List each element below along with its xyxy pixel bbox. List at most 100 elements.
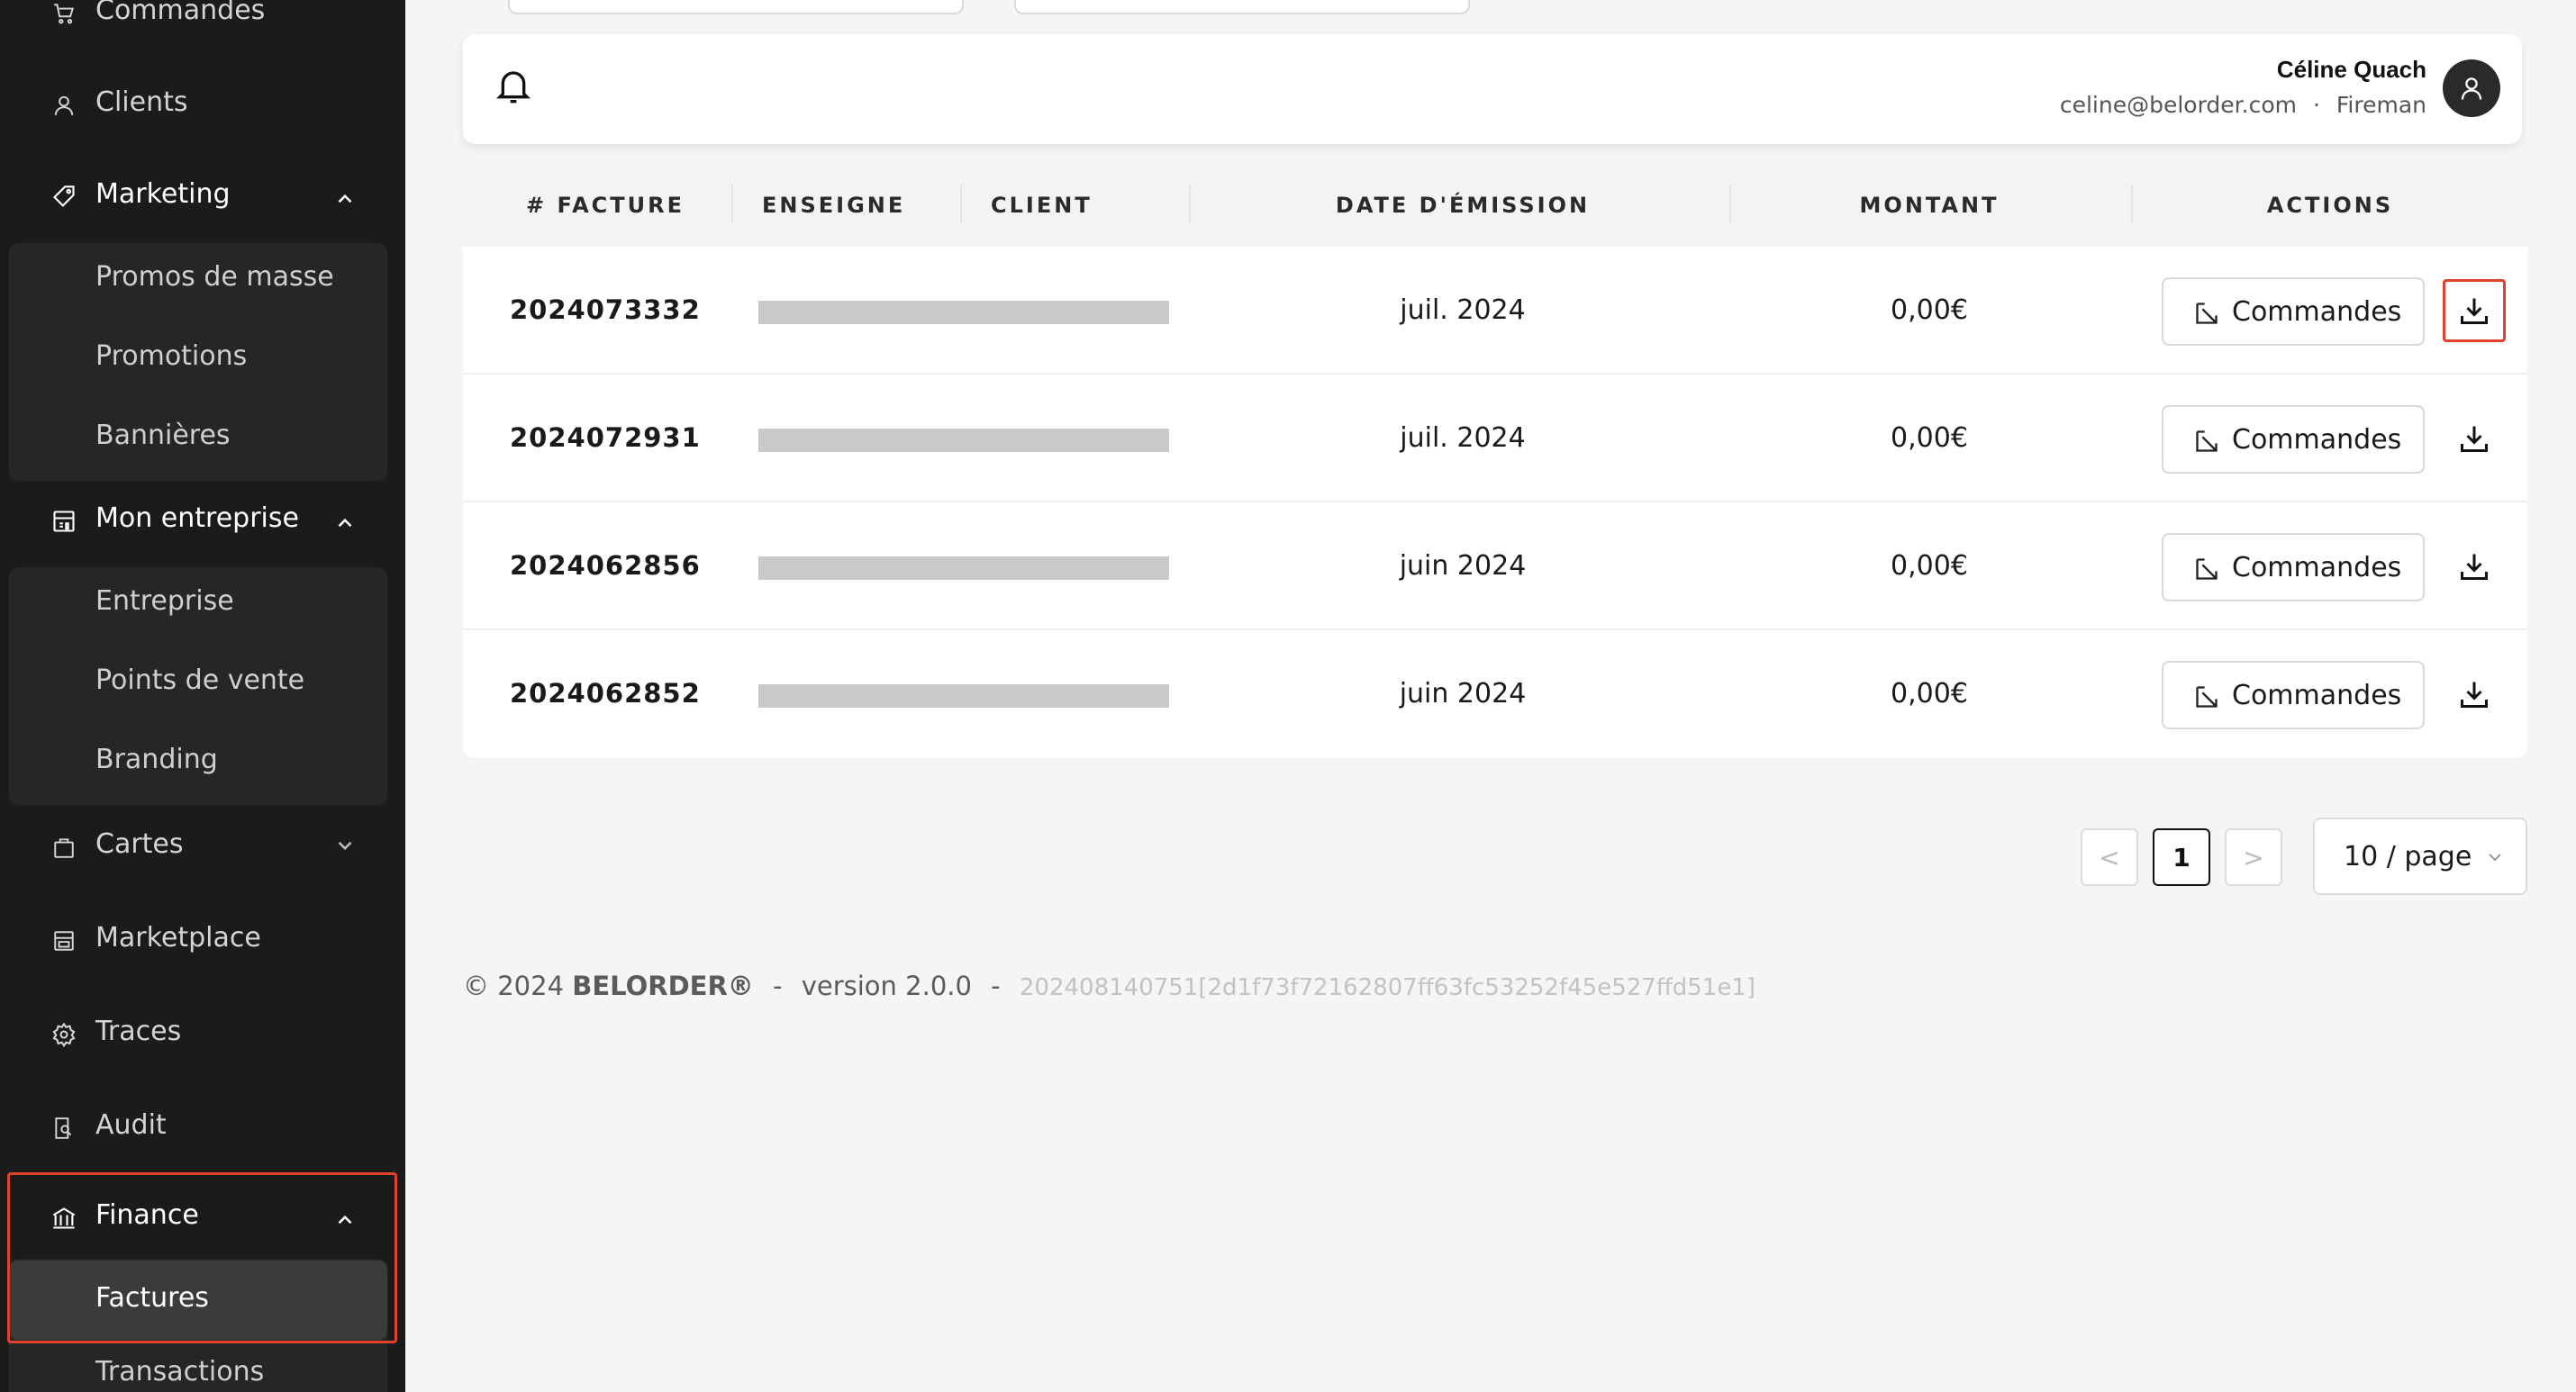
invoice-number: 2024072931 (510, 422, 701, 453)
download-button[interactable] (2443, 407, 2506, 470)
pagination-next[interactable]: > (2225, 828, 2282, 886)
store-icon (50, 927, 77, 954)
external-link-icon (2196, 558, 2218, 580)
col-client: CLIENT (991, 193, 1093, 218)
commandes-label: Commandes (2232, 679, 2402, 711)
submenu-marketing: Promos de masse Promotions Bannières (9, 243, 387, 481)
download-button[interactable] (2443, 535, 2506, 598)
gear-icon (50, 1021, 77, 1048)
user-email: celine@belorder.com (2059, 92, 2297, 118)
chevron-down-icon (2489, 854, 2501, 862)
avatar[interactable] (2443, 59, 2500, 117)
footer-copyright: © 2024 (463, 971, 565, 1001)
invoice-amount: 0,00€ (1891, 421, 1968, 454)
invoice-number: 2024062852 (510, 678, 701, 709)
commandes-label: Commandes (2232, 551, 2402, 583)
commandes-label: Commandes (2232, 423, 2402, 456)
sidebar-item-label: Commandes (95, 0, 266, 26)
download-icon (2461, 554, 2488, 580)
commandes-button[interactable]: Commandes (2162, 405, 2425, 474)
tag-icon (50, 184, 77, 211)
sidebar: Commandes Clients Marketing Promos de ma… (0, 0, 405, 1392)
pagination-page-1[interactable]: 1 (2153, 828, 2210, 886)
sidebar-item-label: Traces (95, 1016, 182, 1047)
cart-icon (50, 0, 77, 27)
sidebar-item-entreprise[interactable]: Entreprise (9, 585, 387, 630)
invoice-number: 2024073332 (510, 294, 701, 325)
sidebar-item-commandes[interactable]: Commandes (0, 0, 405, 36)
redacted-client (758, 556, 1169, 580)
user-icon (50, 92, 77, 119)
sidebar-item-promos-de-masse[interactable]: Promos de masse (9, 261, 387, 306)
col-montant: MONTANT (1859, 193, 2000, 218)
footer: © 2024 BELORDER® - version 2.0.0 - 20240… (463, 971, 1755, 1001)
user-role: Fireman (2336, 92, 2426, 118)
redacted-client (758, 684, 1169, 708)
invoice-date: juil. 2024 (1400, 421, 1526, 454)
audit-icon (50, 1115, 77, 1142)
col-separator (731, 185, 733, 223)
meta-separator: · (2312, 92, 2320, 118)
invoice-amount: 0,00€ (1891, 677, 1968, 710)
sidebar-item-label: Cartes (95, 828, 184, 860)
bell-icon[interactable] (495, 67, 531, 106)
invoices-table: # FACTURE ENSEIGNE CLIENT DATE D'ÉMISSIO… (463, 164, 2527, 758)
table-row: 2024062852 juin 2024 0,00€ Commandes (463, 630, 2527, 758)
col-actions: ACTIONS (2266, 193, 2394, 218)
download-button[interactable] (2443, 279, 2506, 342)
sidebar-item-points-de-vente[interactable]: Points de vente (9, 664, 387, 710)
filter-input-stub[interactable] (1014, 0, 1470, 14)
footer-brand: BELORDER® (572, 971, 754, 1001)
sidebar-item-label: Audit (95, 1109, 167, 1141)
page-size-select[interactable]: 10 / page (2313, 818, 2527, 895)
bag-icon (50, 834, 77, 861)
footer-build: 202408140751[2d1f73f72162807ff63fc53252f… (1019, 974, 1756, 1001)
footer-version: version 2.0.0 (801, 971, 972, 1001)
page-size-value: 10 / page (2344, 841, 2472, 872)
header-bar: Céline Quach celine@belorder.com · Firem… (463, 34, 2522, 144)
chevron-up-icon (338, 194, 352, 203)
external-link-icon (2196, 686, 2218, 708)
commandes-button[interactable]: Commandes (2162, 277, 2425, 346)
user-meta: celine@belorder.com · Fireman (2060, 92, 2426, 118)
pagination-prev[interactable]: < (2081, 828, 2138, 886)
download-button[interactable] (2443, 663, 2506, 726)
redacted-client (758, 301, 1169, 324)
redacted-client (758, 429, 1169, 452)
footer-dash: - (991, 971, 1001, 1001)
footer-dash: - (773, 971, 783, 1001)
table-row: 2024072931 juil. 2024 0,00€ Commandes (463, 375, 2527, 502)
submenu-mon-entreprise: Entreprise Points de vente Branding (9, 567, 387, 805)
external-link-icon (2196, 430, 2218, 452)
sidebar-item-label: Marketing (95, 178, 231, 210)
col-enseigne: ENSEIGNE (762, 193, 906, 218)
sidebar-item-transactions[interactable]: Transactions (9, 1354, 387, 1392)
sidebar-item-bannieres[interactable]: Bannières (9, 420, 387, 465)
sidebar-item-label: Clients (95, 86, 188, 118)
download-icon (2461, 426, 2488, 452)
col-facture: # FACTURE (526, 193, 685, 218)
sidebar-item-label: Marketplace (95, 922, 261, 954)
external-link-icon (2196, 303, 2218, 324)
sidebar-item-branding[interactable]: Branding (9, 744, 387, 789)
filter-input-stub[interactable] (508, 0, 964, 14)
avatar-icon (2461, 77, 2482, 100)
table-header: # FACTURE ENSEIGNE CLIENT DATE D'ÉMISSIO… (463, 164, 2527, 247)
invoice-amount: 0,00€ (1891, 294, 1968, 326)
chevron-up-icon (338, 518, 352, 528)
col-separator (960, 185, 962, 223)
sidebar-item-label: Mon entreprise (95, 502, 299, 534)
table-row: 2024062856 juin 2024 0,00€ Commandes (463, 502, 2527, 630)
invoice-amount: 0,00€ (1891, 549, 1968, 582)
invoice-date: juin 2024 (1399, 549, 1527, 582)
user-name: Céline Quach (2276, 56, 2426, 83)
commandes-button[interactable]: Commandes (2162, 533, 2425, 601)
finance-highlight (7, 1172, 397, 1343)
col-date: DATE D'ÉMISSION (1335, 193, 1591, 218)
building-icon (50, 508, 77, 535)
invoice-number: 2024062856 (510, 550, 701, 581)
commandes-label: Commandes (2232, 295, 2402, 328)
commandes-button[interactable]: Commandes (2162, 661, 2425, 729)
download-icon (2461, 682, 2488, 708)
sidebar-item-promotions[interactable]: Promotions (9, 340, 387, 385)
